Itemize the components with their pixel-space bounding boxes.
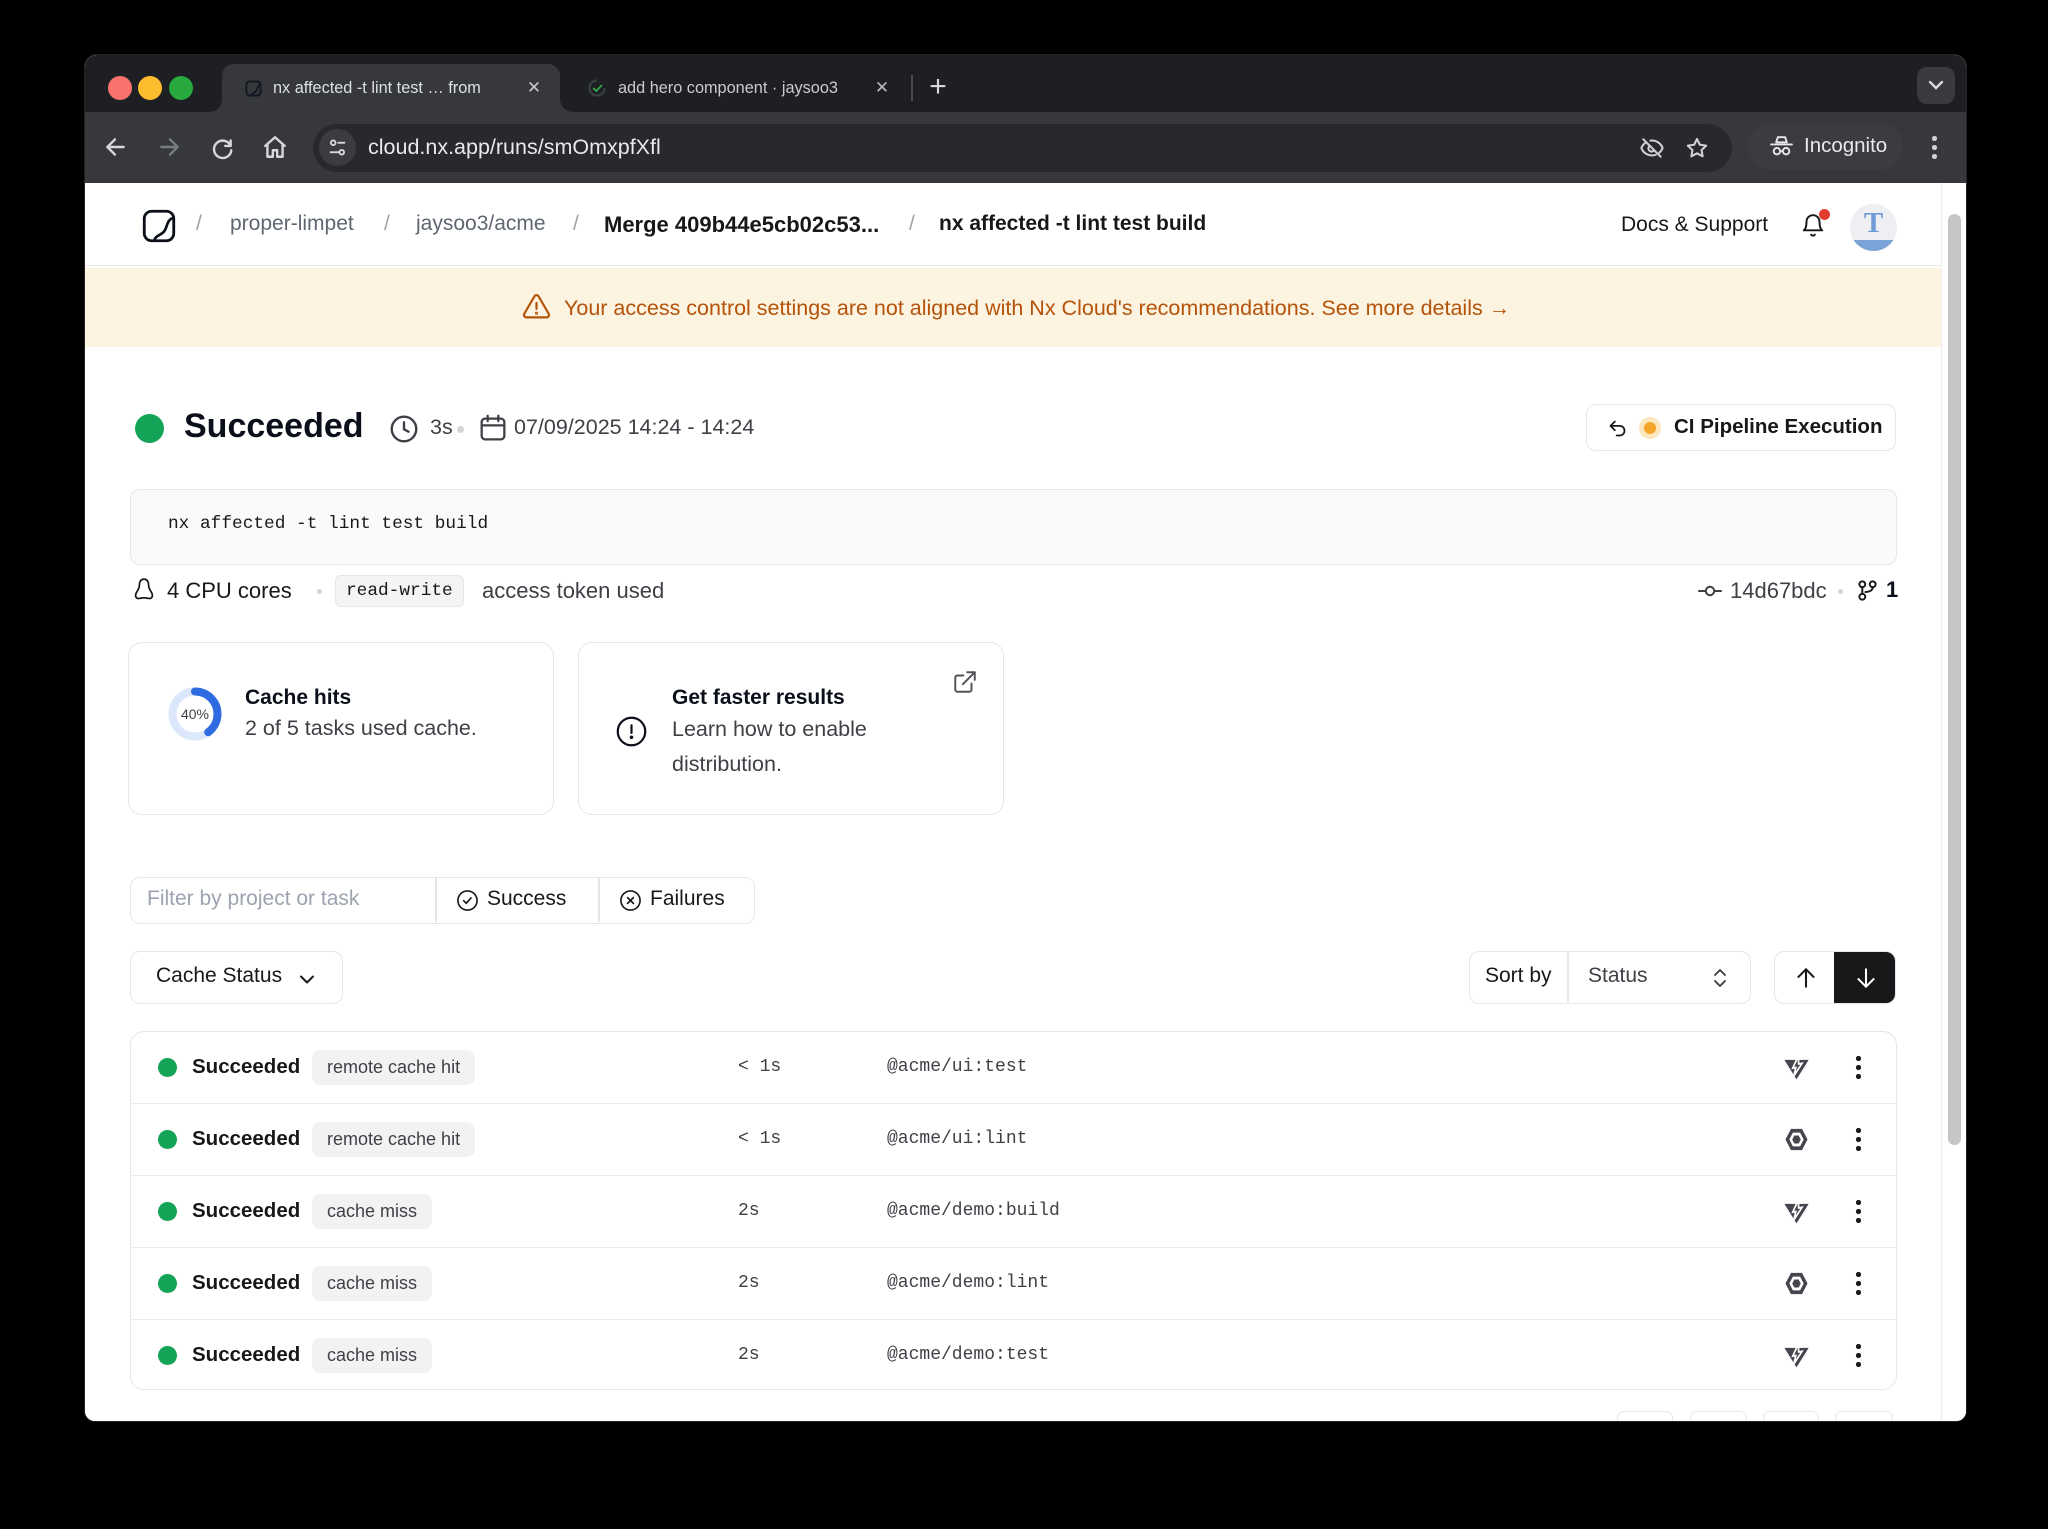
svg-text:40%: 40% [181, 706, 209, 722]
